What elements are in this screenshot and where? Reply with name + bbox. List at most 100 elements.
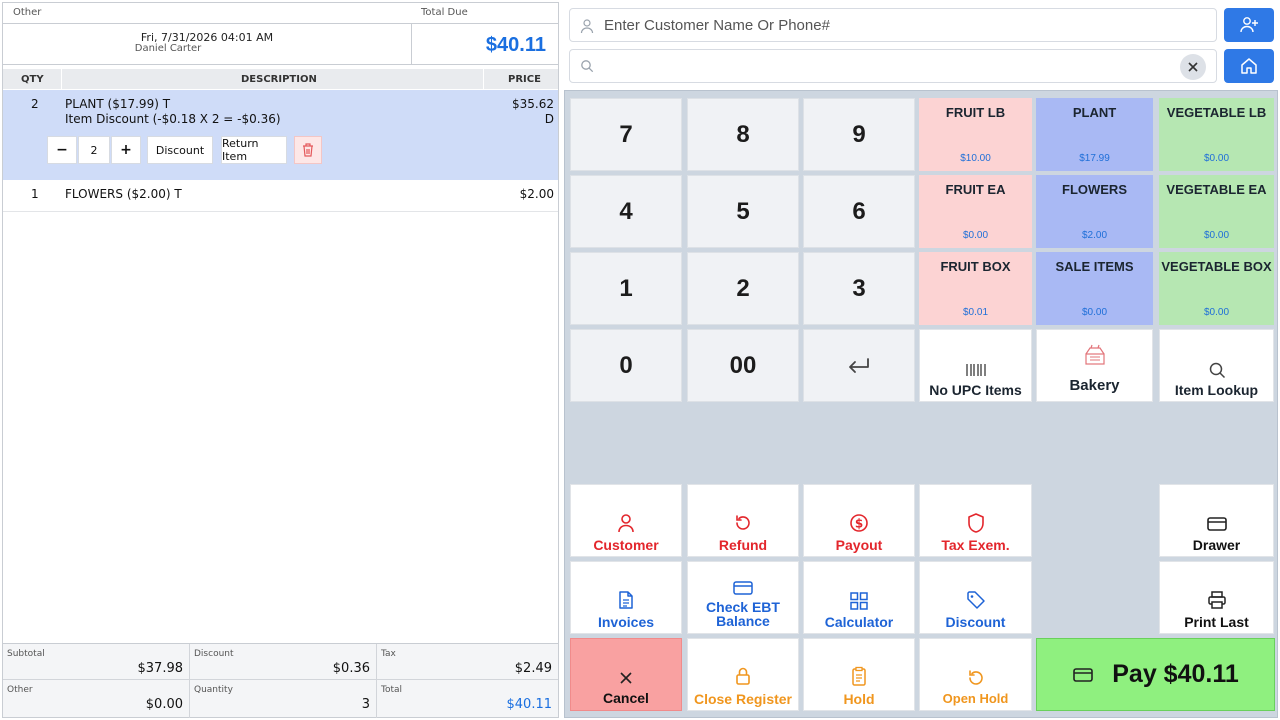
invoices-button[interactable]: Invoices	[570, 561, 682, 634]
product-sale-items[interactable]: SALE ITEMS $0.00	[1036, 252, 1153, 325]
print-last-label: Print Last	[1184, 614, 1249, 630]
other-label: Other	[13, 7, 42, 18]
check-ebt-balance-button[interactable]: Check EBT Balance	[687, 561, 799, 634]
product-price: $2.00	[1081, 230, 1108, 241]
print-last-button[interactable]: Print Last	[1159, 561, 1274, 634]
dollar-circle-icon: $	[804, 513, 914, 533]
cancel-button[interactable]: Cancel	[570, 638, 682, 711]
col-price: PRICE	[508, 74, 541, 85]
close-register-button[interactable]: Close Register	[687, 638, 799, 711]
product-vegetable-box[interactable]: VEGETABLE BOX $0.00	[1159, 252, 1274, 325]
total-value: $40.11	[506, 697, 553, 712]
keypad-00[interactable]: 00	[687, 329, 799, 402]
quantity-cell: Quantity 3	[190, 680, 377, 718]
product-vegetable-ea[interactable]: VEGETABLE EA $0.00	[1159, 175, 1274, 248]
product-price: $0.00	[1081, 307, 1108, 318]
row-price: $35.62 D	[512, 97, 554, 127]
qty-stepper-value[interactable]: 2	[78, 136, 110, 164]
svg-text:$: $	[855, 517, 863, 531]
delete-item-button[interactable]	[294, 136, 322, 164]
product-fruit-box[interactable]: FRUIT BOX $0.01	[919, 252, 1032, 325]
card-icon	[1073, 667, 1094, 682]
product-name: VEGETABLE BOX	[1161, 259, 1272, 274]
keypad-0[interactable]: 0	[570, 329, 682, 402]
home-icon	[1241, 58, 1257, 74]
tag-icon	[920, 590, 1031, 610]
item-lookup-button[interactable]: Item Lookup	[1159, 329, 1274, 402]
barcode-icon	[920, 362, 1031, 378]
quantity-value: 3	[361, 697, 370, 712]
discount-button[interactable]: Discount	[919, 561, 1032, 634]
tax-label: Tax	[381, 649, 396, 659]
subtotal-label: Subtotal	[7, 649, 45, 659]
no-upc-items-button[interactable]: No UPC Items	[919, 329, 1032, 402]
enter-icon	[849, 357, 869, 373]
trash-icon	[303, 143, 313, 157]
other-cell: Other $0.00	[3, 680, 190, 718]
keypad-1[interactable]: 1	[570, 252, 682, 325]
keypad-6[interactable]: 6	[803, 175, 915, 248]
product-flowers[interactable]: FLOWERS $2.00	[1036, 175, 1153, 248]
payout-button[interactable]: $ Payout	[803, 484, 915, 557]
tax-cell: Tax $2.49	[377, 644, 558, 680]
customer-label: Customer	[593, 537, 659, 553]
subtotal-cell: Subtotal $37.98	[3, 644, 190, 680]
refresh-icon	[920, 668, 1031, 688]
table-row[interactable]: 1 FLOWERS ($2.00) T $2.00	[3, 180, 558, 212]
refund-icon	[688, 513, 798, 533]
keypad-7[interactable]: 7	[570, 98, 682, 171]
add-user-icon	[1240, 17, 1258, 33]
quantity-label: Quantity	[194, 685, 233, 695]
row-price-value: $35.62	[512, 97, 554, 111]
keypad-enter-button[interactable]	[803, 329, 915, 402]
clear-search-button[interactable]	[1180, 54, 1206, 80]
row-item-discount: Item Discount (-$0.18 X 2 = -$0.36)	[65, 112, 281, 126]
open-hold-button[interactable]: Open Hold	[919, 638, 1032, 711]
total-cell: Total $40.11	[377, 680, 558, 718]
tax-value: $2.49	[514, 661, 552, 676]
calculator-button[interactable]: Calculator	[803, 561, 915, 634]
keypad-2[interactable]: 2	[687, 252, 799, 325]
product-fruit-ea[interactable]: FRUIT EA $0.00	[919, 175, 1032, 248]
customer-search-field[interactable]: Enter Customer Name Or Phone#	[569, 8, 1217, 42]
item-discount-button[interactable]: Discount	[147, 136, 213, 164]
keypad-8[interactable]: 8	[687, 98, 799, 171]
return-item-button[interactable]: Return Item	[221, 136, 287, 164]
product-vegetable-lb[interactable]: VEGETABLE LB $0.00	[1159, 98, 1274, 171]
ticket-summary: Subtotal $37.98 Discount $0.36 Tax $2.49…	[3, 643, 558, 718]
hold-label: Hold	[843, 691, 875, 707]
home-button[interactable]	[1224, 49, 1274, 83]
pay-button[interactable]: Pay $40.11	[1036, 638, 1275, 711]
search-icon	[1160, 361, 1273, 379]
customer-button[interactable]: Customer	[570, 484, 682, 557]
qty-plus-button[interactable]: +	[111, 136, 141, 164]
grid-icon	[804, 591, 914, 611]
row-price: $2.00	[519, 187, 554, 201]
product-fruit-lb[interactable]: FRUIT LB $10.00	[919, 98, 1032, 171]
table-row-selected[interactable]: 2 PLANT ($17.99) T Item Discount (-$0.18…	[3, 90, 558, 180]
keypad-3[interactable]: 3	[803, 252, 915, 325]
keypad-9[interactable]: 9	[803, 98, 915, 171]
add-customer-button[interactable]	[1224, 8, 1274, 42]
close-register-label: Close Register	[693, 691, 793, 707]
drawer-button[interactable]: Drawer	[1159, 484, 1274, 557]
printer-icon	[1160, 590, 1273, 610]
product-name: FRUIT BOX	[940, 259, 1011, 274]
hold-button[interactable]: Hold	[803, 638, 915, 711]
product-plant[interactable]: PLANT $17.99	[1036, 98, 1153, 171]
user-icon	[580, 19, 594, 34]
product-price: $0.00	[1203, 307, 1230, 318]
keypad-4[interactable]: 4	[570, 175, 682, 248]
drawer-label: Drawer	[1192, 537, 1241, 553]
total-label: Total	[381, 685, 403, 695]
refund-button[interactable]: Refund	[687, 484, 799, 557]
row-price-flag: D	[544, 112, 554, 126]
item-search-field[interactable]	[569, 49, 1217, 83]
tax-exempt-button[interactable]: Tax Exem.	[919, 484, 1032, 557]
other-value: $0.00	[145, 697, 183, 712]
ticket-header-labels: Other Total Due	[3, 3, 558, 21]
bakery-button[interactable]: Bakery	[1036, 329, 1153, 402]
product-name: FRUIT EA	[945, 182, 1006, 197]
qty-minus-button[interactable]: −	[47, 136, 77, 164]
keypad-5[interactable]: 5	[687, 175, 799, 248]
